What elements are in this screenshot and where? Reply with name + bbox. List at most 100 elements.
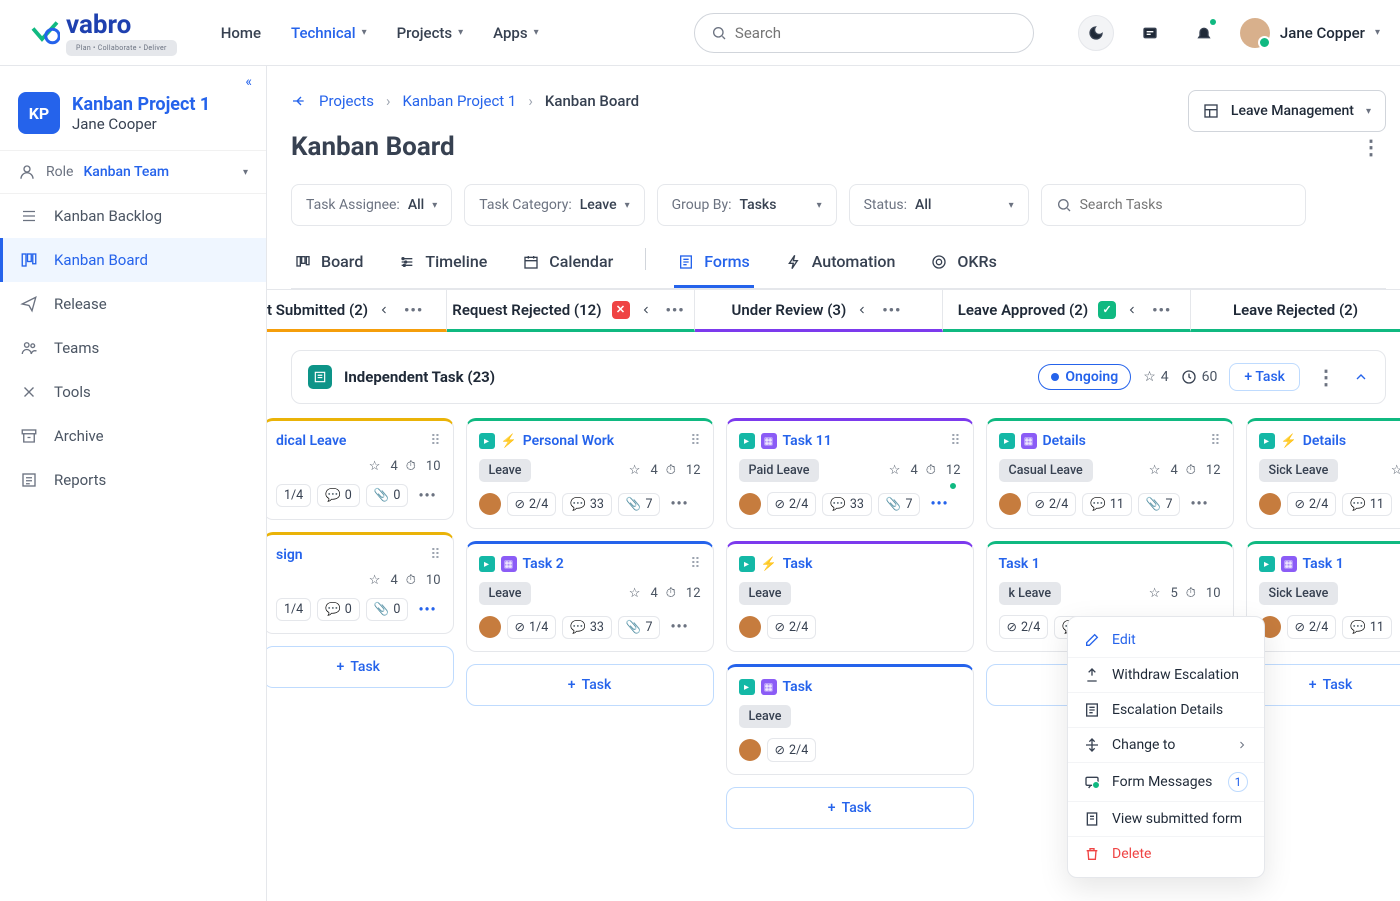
tab-timeline[interactable]: Timeline: [395, 242, 491, 288]
menu-edit[interactable]: Edit: [1068, 623, 1264, 658]
add-task-button[interactable]: + Task: [1246, 664, 1400, 706]
collapse-sidebar[interactable]: «: [245, 74, 252, 90]
menu-messages[interactable]: Form Messages1: [1068, 763, 1264, 802]
sidebar-item-archive[interactable]: Archive: [0, 414, 266, 458]
search-input[interactable]: [735, 24, 1017, 42]
task-type-icon: ▦: [1281, 556, 1297, 572]
drag-icon[interactable]: ⠿: [690, 556, 700, 572]
tab-board[interactable]: Board: [291, 242, 367, 288]
logo[interactable]: vabroPlan • Collaborate • Deliver: [30, 10, 177, 56]
project-header[interactable]: KP Kanban Project 1 Jane Cooper: [0, 66, 266, 150]
menu-details[interactable]: Escalation Details: [1068, 693, 1264, 728]
group-more[interactable]: ⋮: [1312, 365, 1341, 389]
chat-button[interactable]: [1132, 15, 1168, 51]
nav-home[interactable]: Home: [221, 24, 261, 42]
menu-withdraw[interactable]: Withdraw Escalation: [1068, 658, 1264, 693]
board-icon: [20, 251, 38, 269]
card-more[interactable]: •••: [414, 488, 440, 504]
task-card[interactable]: sign⠿ ☆ 4⏱ 10 1/4💬 0📎 0•••: [267, 532, 454, 634]
task-card[interactable]: ▸⚡Personal Work⠿ Leave☆ 4⏱ 12 ⊘ 2/4💬 33📎…: [466, 418, 714, 529]
tab-label: OKRs: [957, 252, 996, 271]
crumb-project[interactable]: Kanban Project 1: [403, 92, 517, 110]
view-selector[interactable]: Leave Management ▾: [1188, 90, 1386, 132]
task-card[interactable]: ▸▦Task Leave ⊘ 2/4: [726, 664, 974, 775]
task-card[interactable]: ▸▦Task 2⠿ Leave☆ 4⏱ 12 ⊘ 1/4💬 33📎 7•••: [466, 541, 714, 652]
filter-status[interactable]: Status:All▾: [849, 184, 1029, 226]
filter-groupby[interactable]: Group By:Tasks▾: [657, 184, 837, 226]
task-card[interactable]: ▸⚡Details Sick Leave☆ ⊘ 2/4💬 11: [1246, 418, 1400, 529]
tab-calendar[interactable]: Calendar: [519, 242, 617, 288]
filter-category[interactable]: Task Category:Leave▾: [464, 184, 644, 226]
chevron-left-icon[interactable]: [1126, 304, 1138, 316]
sidebar-item-backlog[interactable]: Kanban Backlog: [0, 194, 266, 238]
sidebar-item-tools[interactable]: Tools: [0, 370, 266, 414]
task-card[interactable]: ▸▦Task 11⠿ Paid Leave☆ 4⏱ 12 ⊘ 2/4💬 33📎 …: [726, 418, 974, 529]
page-more[interactable]: ⋮: [1357, 135, 1386, 159]
drag-icon[interactable]: ⠿: [950, 433, 960, 449]
drag-icon[interactable]: ⠿: [430, 433, 440, 449]
add-task-button[interactable]: + Task: [466, 664, 714, 706]
menu-label: Form Messages: [1112, 774, 1212, 790]
sidebar-item-board[interactable]: Kanban Board: [0, 238, 266, 282]
column-more[interactable]: •••: [1148, 301, 1175, 319]
task-card[interactable]: ▸▦Details⠿ Casual Leave☆ 4⏱ 12 ⊘ 2/4💬 11…: [986, 418, 1234, 529]
back-icon[interactable]: [291, 93, 307, 109]
sidebar-item-label: Reports: [54, 471, 106, 489]
nav-technical[interactable]: Technical▾: [291, 24, 367, 42]
chevron-left-icon[interactable]: [856, 304, 868, 316]
search-tasks-input[interactable]: [1080, 197, 1291, 213]
filter-search[interactable]: [1041, 184, 1306, 226]
edit-icon: [1084, 632, 1100, 648]
drag-icon[interactable]: ⠿: [690, 433, 700, 449]
add-task-button[interactable]: + Task: [726, 787, 974, 829]
topbar: vabroPlan • Collaborate • Deliver Home T…: [0, 0, 1400, 66]
project-owner: Jane Cooper: [72, 115, 210, 133]
tab-automation[interactable]: Automation: [782, 242, 900, 288]
global-search[interactable]: [694, 13, 1034, 53]
tab-label: Board: [321, 252, 363, 271]
collapse-group-icon[interactable]: [1353, 369, 1369, 385]
drag-icon[interactable]: ⠿: [1210, 433, 1220, 449]
avatar: [1240, 18, 1270, 48]
group-add-task[interactable]: + Task: [1229, 363, 1300, 391]
task-card[interactable]: ▸⚡Task Leave ⊘ 2/4: [726, 541, 974, 652]
chevron-left-icon[interactable]: [378, 304, 390, 316]
progress: ⊘ 2/4: [1287, 615, 1337, 639]
menu-change[interactable]: Change to: [1068, 728, 1264, 763]
column-more[interactable]: •••: [400, 301, 427, 319]
chevron-left-icon[interactable]: [640, 304, 652, 316]
filter-assignee[interactable]: Task Assignee:All▾: [291, 184, 452, 226]
drag-icon[interactable]: ⠿: [430, 547, 440, 563]
nav-apps-label: Apps: [493, 24, 527, 42]
project-badge: KP: [18, 92, 60, 134]
board-column: ▸▦Task 11⠿ Paid Leave☆ 4⏱ 12 ⊘ 2/4💬 33📎 …: [726, 418, 974, 829]
sidebar-item-release[interactable]: Release: [0, 282, 266, 326]
column-more[interactable]: •••: [878, 301, 905, 319]
card-more[interactable]: •••: [414, 602, 440, 618]
card-more[interactable]: •••: [666, 619, 692, 635]
card-more[interactable]: •••: [926, 496, 952, 512]
user-icon: [18, 163, 36, 181]
attachments: 📎 0: [366, 598, 409, 621]
sidebar-item-teams[interactable]: Teams: [0, 326, 266, 370]
card-more[interactable]: •••: [666, 496, 692, 512]
column-more[interactable]: •••: [662, 301, 689, 319]
role-selector[interactable]: Role Kanban Team ▾: [0, 150, 266, 194]
task-card[interactable]: ▸▦Task 1 Sick Leave ⊘ 2/4💬 11: [1246, 541, 1400, 652]
tab-okrs[interactable]: OKRs: [927, 242, 1000, 288]
card-more[interactable]: •••: [1186, 496, 1212, 512]
crumb-projects[interactable]: Projects: [319, 92, 374, 110]
task-card[interactable]: dical Leave⠿ ☆ 4⏱ 10 1/4💬 0📎 0•••: [267, 418, 454, 520]
user-menu[interactable]: Jane Copper ▾: [1240, 18, 1380, 48]
add-task-button[interactable]: + Task: [267, 646, 454, 688]
notifications-button[interactable]: [1186, 15, 1222, 51]
sidebar-item-reports[interactable]: Reports: [0, 458, 266, 502]
menu-delete[interactable]: Delete: [1068, 837, 1264, 871]
tab-forms[interactable]: Forms: [674, 242, 754, 288]
nav-projects[interactable]: Projects▾: [397, 24, 464, 42]
theme-toggle[interactable]: [1078, 15, 1114, 51]
nav-apps[interactable]: Apps▾: [493, 24, 538, 42]
group-status[interactable]: Ongoing: [1038, 364, 1131, 390]
card-tag: Paid Leave: [739, 459, 820, 482]
menu-view-form[interactable]: View submitted form: [1068, 802, 1264, 837]
